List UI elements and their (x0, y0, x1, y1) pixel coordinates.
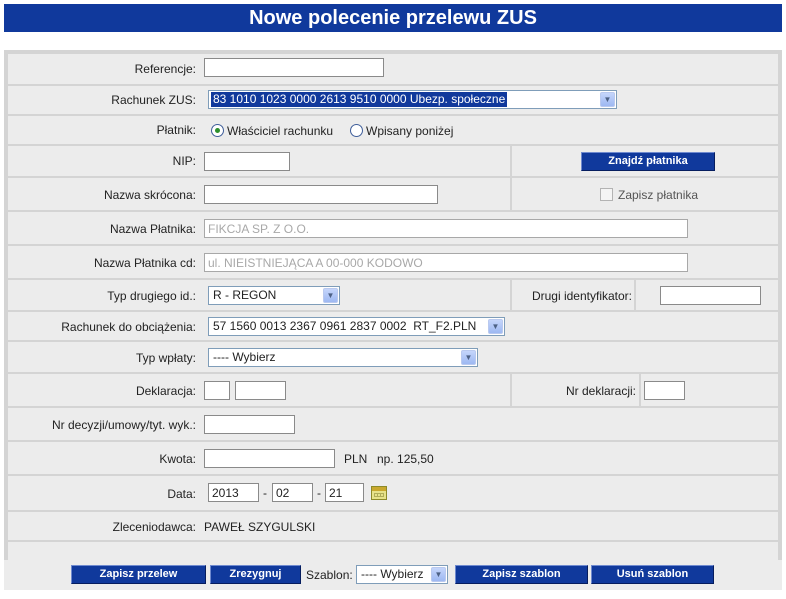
radio-checked-icon (215, 128, 220, 133)
deklaracja-input-1[interactable] (204, 381, 230, 400)
footer-bar: Zapisz przelew Zrezygnuj Szablon: ---- W… (4, 560, 782, 590)
template-value: ---- Wybierz (361, 567, 424, 581)
currency-label: PLN (344, 452, 368, 466)
chevron-down-icon[interactable]: ▼ (431, 567, 446, 582)
typ-wplaty-label: Typ wpłaty: (135, 351, 196, 365)
find-payer-button[interactable]: Znajdź płatnika (581, 152, 715, 171)
save-payer-checkbox[interactable] (600, 188, 613, 201)
radio-wlasciciel-label: Właściciel rachunku (227, 124, 334, 138)
save-template-button[interactable]: Zapisz szablon (455, 565, 588, 584)
typ-drugiego-id-value: R - REGON (213, 288, 277, 302)
row-rachunek-obciazenia: Rachunek do obciążenia: 57 1560 0013 236… (8, 312, 778, 340)
row-nazwa-platnika-cd: Nazwa Płatnika cd: (8, 246, 778, 278)
typ-wplaty-value: ---- Wybierz (213, 350, 276, 364)
kwota-input[interactable] (204, 449, 335, 468)
nr-deklaracji-label: Nr deklaracji: (565, 384, 636, 398)
transfer-form: Referencje: Rachunek ZUS: 83 1010 1023 0… (4, 50, 782, 590)
save-payer-label: Zapisz płatnika (618, 188, 699, 202)
row-nazwa-skrocona: Nazwa skrócona: Zapisz płatnika (8, 178, 778, 210)
row-typ-drugiego-id: Typ drugiego id.: R - REGON ▼ Drugi iden… (8, 280, 778, 310)
radio-wpisany[interactable] (350, 124, 363, 137)
date-day-input[interactable] (325, 483, 364, 502)
nazwa-skrocona-input[interactable] (204, 185, 438, 204)
amount-hint: np. 125,50 (377, 452, 434, 466)
chevron-down-icon[interactable]: ▼ (461, 350, 476, 365)
row-zleceniodawca: Zleceniodawca: PAWEŁ SZYGULSKI (8, 512, 778, 540)
date-separator: - (263, 486, 267, 500)
delete-template-button[interactable]: Usuń szablon (591, 565, 714, 584)
radio-wpisany-label: Wpisany poniżej (366, 124, 454, 138)
deklaracja-input-2[interactable] (235, 381, 286, 400)
zleceniodawca-label: Zleceniodawca: (112, 520, 196, 534)
page-title: Nowe polecenie przelewu ZUS (4, 4, 782, 32)
chevron-down-icon[interactable]: ▼ (600, 92, 615, 107)
row-typ-wplaty: Typ wpłaty: ---- Wybierz ▼ (8, 342, 778, 372)
calendar-icon[interactable] (371, 486, 387, 500)
data-label: Data: (167, 487, 196, 501)
row-kwota: Kwota: PLN np. 125,50 (8, 442, 778, 474)
cancel-button[interactable]: Zrezygnuj (210, 565, 301, 584)
nazwa-platnika-input[interactable] (204, 219, 688, 238)
nr-deklaracji-input[interactable] (644, 381, 685, 400)
nazwa-skrocona-label: Nazwa skrócona: (103, 188, 196, 202)
nazwa-platnika-cd-label: Nazwa Płatnika cd: (93, 256, 196, 270)
row-nip: NIP: Znajdź płatnika (8, 146, 778, 176)
nazwa-platnika-label: Nazwa Płatnika: (109, 222, 196, 236)
platnik-label: Płatnik: (156, 123, 196, 137)
chevron-down-icon[interactable]: ▼ (488, 319, 503, 334)
date-month-input[interactable] (272, 483, 313, 502)
date-separator: - (317, 486, 321, 500)
rachunek-zus-label: Rachunek ZUS: (111, 93, 196, 107)
row-nr-decyzji: Nr decyzji/umowy/tyt. wyk.: (8, 408, 778, 440)
row-data: Data: - - (8, 476, 778, 510)
save-transfer-button[interactable]: Zapisz przelew (71, 565, 206, 584)
rachunek-obciazenia-label: Rachunek do obciążenia: (61, 320, 196, 334)
referencje-label: Referencje: (134, 62, 196, 76)
kwota-label: Kwota: (159, 452, 196, 466)
nip-input[interactable] (204, 152, 290, 171)
row-spacer (8, 542, 778, 560)
typ-wplaty-select[interactable]: ---- Wybierz ▼ (208, 348, 478, 367)
rachunek-zus-select[interactable]: 83 1010 1023 0000 2613 9510 0000 Ubezp. … (208, 90, 617, 109)
row-rachunek-zus: Rachunek ZUS: 83 1010 1023 0000 2613 951… (8, 86, 778, 114)
row-platnik: Płatnik: Właściciel rachunku Wpisany pon… (8, 116, 778, 144)
template-select[interactable]: ---- Wybierz ▼ (356, 565, 448, 584)
row-nazwa-platnika: Nazwa Płatnika: (8, 212, 778, 244)
date-year-input[interactable] (208, 483, 259, 502)
rachunek-obciazenia-select[interactable]: 57 1560 0013 2367 0961 2837 0002 RT_F2.P… (208, 317, 505, 336)
nr-decyzji-label: Nr decyzji/umowy/tyt. wyk.: (51, 418, 196, 432)
drugi-identyfikator-label: Drugi identyfikator: (531, 289, 632, 303)
drugi-identyfikator-input[interactable] (660, 286, 761, 305)
row-deklaracja: Deklaracja: Nr deklaracji: (8, 374, 778, 406)
chevron-down-icon[interactable]: ▼ (323, 288, 338, 303)
nip-label: NIP: (172, 154, 196, 168)
nr-decyzji-input[interactable] (204, 415, 295, 434)
rachunek-obciazenia-value: 57 1560 0013 2367 0961 2837 0002 RT_F2.P… (213, 319, 477, 333)
typ-drugiego-id-label: Typ drugiego id.: (107, 289, 196, 303)
radio-wlasciciel[interactable] (211, 124, 224, 137)
template-label: Szablon: (306, 568, 353, 582)
deklaracja-label: Deklaracja: (135, 384, 196, 398)
zleceniodawca-value: PAWEŁ SZYGULSKI (204, 520, 316, 534)
rachunek-zus-value: 83 1010 1023 0000 2613 9510 0000 Ubezp. … (211, 92, 508, 107)
nazwa-platnika-cd-input[interactable] (204, 253, 688, 272)
typ-drugiego-id-select[interactable]: R - REGON ▼ (208, 286, 340, 305)
referencje-input[interactable] (204, 58, 384, 77)
row-referencje: Referencje: (8, 54, 778, 84)
